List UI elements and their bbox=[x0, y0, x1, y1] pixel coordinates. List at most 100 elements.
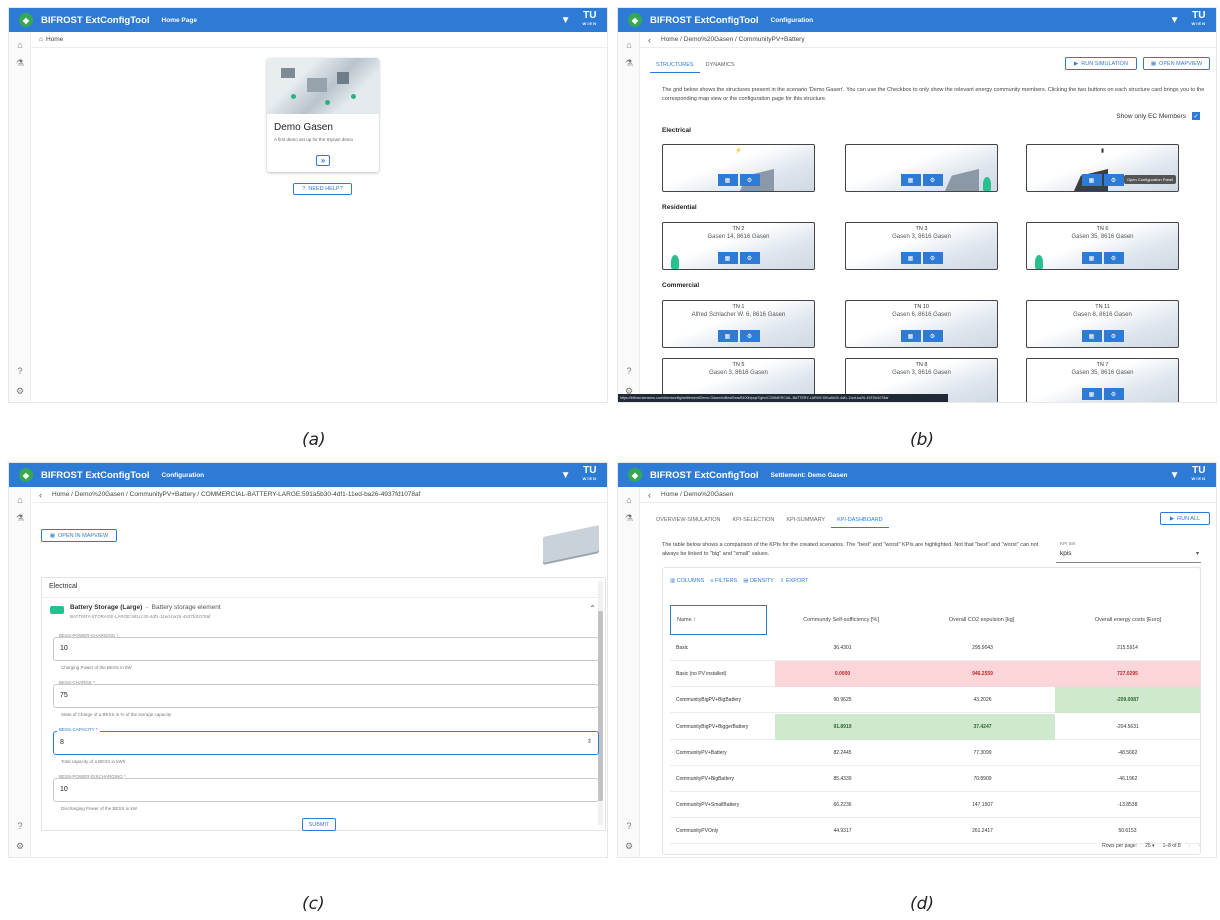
chevron-up-icon[interactable]: ⌃ bbox=[589, 604, 596, 613]
column-header-self-sufficiency[interactable]: Community Self-sufficiency [%] bbox=[776, 605, 906, 635]
breadcrumb-path[interactable]: Home / Demo%20Gasen / CommunityPV+Batter… bbox=[661, 36, 805, 43]
run-all-button[interactable]: ▶ RUN ALL bbox=[1160, 512, 1210, 525]
chevron-left-icon[interactable]: ‹ bbox=[1189, 843, 1191, 849]
tab-bar: STRUCTURES DYNAMICS bbox=[650, 58, 741, 73]
chevron-down-icon[interactable]: ▾ bbox=[1196, 550, 1199, 557]
map-icon[interactable]: ▦ bbox=[717, 330, 738, 342]
wifi-icon[interactable]: ▼ bbox=[561, 470, 571, 481]
bess-power-discharging-input[interactable]: 10 bbox=[53, 778, 599, 802]
map-icon[interactable]: ▦ bbox=[1081, 388, 1102, 400]
gear-icon[interactable]: ⚙ bbox=[1103, 388, 1124, 400]
rows-per-page-select[interactable]: 25 ▾ bbox=[1145, 843, 1154, 849]
tab-dynamics[interactable]: DYNAMICS bbox=[700, 58, 741, 73]
back-icon[interactable]: ‹ bbox=[648, 35, 651, 45]
gear-icon[interactable]: ⚙ bbox=[922, 174, 943, 186]
flask-icon[interactable]: ⚗ bbox=[9, 58, 31, 69]
column-header-co2[interactable]: Overall CO2 expulsion [kg] bbox=[910, 605, 1053, 635]
table-cell: 946.2559 bbox=[910, 661, 1055, 688]
breadcrumb-path[interactable]: Home / Demo%20Gasen / CommunityPV+Batter… bbox=[52, 491, 420, 498]
map-icon[interactable]: ▦ bbox=[900, 174, 921, 186]
table-cell: -48.5662 bbox=[1117, 749, 1138, 756]
table-row[interactable]: CommunityPV+SmallBattery 66.2236 147.1507 -… bbox=[670, 792, 1200, 819]
tab-structures[interactable]: STRUCTURES bbox=[650, 58, 700, 73]
tab-bar: OVERVIEW-SIMULATION KPI-SELECTION KPI-SU… bbox=[650, 513, 889, 528]
map-icon[interactable]: ▦ bbox=[1081, 174, 1102, 186]
tab-kpi-summary[interactable]: KPI-SUMMARY bbox=[780, 513, 831, 528]
map-icon[interactable]: ▦ bbox=[1081, 330, 1102, 342]
home-icon[interactable]: ⌂ bbox=[618, 495, 640, 505]
map-icon[interactable]: ▦ bbox=[1081, 252, 1102, 264]
column-header-costs[interactable]: Overall energy costs [Euro] bbox=[1058, 605, 1198, 635]
gear-icon[interactable]: ⚙ bbox=[1103, 252, 1124, 264]
home-icon[interactable]: ⌂ bbox=[9, 495, 31, 505]
table-row[interactable]: CommunityBigPV+BiggerBattery 91.8919 37.42… bbox=[670, 713, 1200, 740]
table-row[interactable]: CommunityBigPV+BigBattery 90.9625 43.2026 -… bbox=[670, 687, 1200, 714]
tooltip: Open Configuration Panel bbox=[1123, 175, 1176, 184]
table-cell: CommunityPV+SmallBattery bbox=[676, 802, 740, 809]
wifi-icon[interactable]: ▼ bbox=[1170, 15, 1180, 26]
table-row[interactable]: CommunityPVOnly 44.9317 261.2417 50.6153 bbox=[670, 818, 1200, 845]
map-icon[interactable]: ▦ bbox=[900, 330, 921, 342]
bess-charge-input[interactable]: 75 bbox=[53, 684, 599, 708]
gear-icon[interactable]: ⚙ bbox=[739, 174, 760, 186]
flask-icon[interactable]: ⚗ bbox=[618, 513, 640, 524]
table-cell: 43.2026 bbox=[973, 697, 992, 704]
gear-icon[interactable]: ⚙ bbox=[739, 330, 760, 342]
home-icon[interactable]: ⌂ bbox=[39, 36, 43, 43]
help-icon[interactable]: ? bbox=[618, 366, 640, 376]
gear-icon[interactable]: ⚙ bbox=[9, 386, 31, 397]
breadcrumb-home[interactable]: Home bbox=[46, 36, 63, 43]
table-row[interactable]: Basic (no PV installed) 0.0000 946.2559 727… bbox=[670, 661, 1200, 688]
tu-logo: TU WIEN bbox=[582, 10, 597, 27]
open-scenario-button[interactable]: » bbox=[316, 155, 330, 166]
gear-icon[interactable]: ⚙ bbox=[739, 252, 760, 264]
stepper-icon[interactable]: ⇕ bbox=[587, 738, 592, 745]
battery-image bbox=[543, 525, 599, 563]
tab-kpi-dashboard[interactable]: KPI-DASHBOARD bbox=[831, 513, 889, 528]
structure-card: TN 3 Gasen 3, 8616 Gasen ▦ ⚙ bbox=[845, 222, 998, 270]
help-icon[interactable]: ? bbox=[9, 366, 31, 376]
need-help-button[interactable]: ? NEED HELP? bbox=[293, 183, 352, 195]
gear-icon[interactable]: ⚙ bbox=[618, 841, 640, 852]
kpi-set-select[interactable]: KPI Set kpis ▾ bbox=[1056, 541, 1201, 563]
table-cell: 70.8909 bbox=[973, 776, 992, 782]
run-simulation-button[interactable]: ▶ RUN SIMULATION bbox=[1065, 57, 1137, 70]
chevron-right-icon[interactable]: › bbox=[1198, 843, 1200, 849]
card-description: A first demo set up for the Styrian demo bbox=[274, 137, 354, 142]
gear-icon[interactable]: ⚙ bbox=[9, 841, 31, 852]
breadcrumb-path[interactable]: Home / Demo%20Gasen bbox=[661, 491, 733, 498]
open-mapview-button[interactable]: ▦ OPEN MAPVIEW bbox=[1143, 57, 1210, 70]
home-icon[interactable]: ⌂ bbox=[618, 40, 640, 50]
page-title: Configuration bbox=[770, 16, 814, 24]
gear-icon[interactable]: ⚙ bbox=[1103, 174, 1124, 186]
table-row[interactable]: CommunityPV+BigBattery 85.4339 70.8909 -46.… bbox=[670, 766, 1200, 792]
flask-icon[interactable]: ⚗ bbox=[618, 58, 640, 69]
ec-members-toggle[interactable]: Show only EC Members ✓ bbox=[1116, 112, 1200, 120]
caption-b: (b) bbox=[910, 430, 935, 450]
submit-button[interactable]: SUBMIT bbox=[302, 818, 336, 831]
element-header[interactable]: Battery Storage (Large) - Battery storag… bbox=[42, 597, 598, 627]
map-icon[interactable]: ▦ bbox=[717, 252, 738, 264]
home-icon[interactable]: ⌂ bbox=[9, 40, 31, 50]
flask-icon[interactable]: ⚗ bbox=[9, 513, 31, 524]
wifi-icon[interactable]: ▼ bbox=[561, 15, 571, 26]
wifi-icon[interactable]: ▼ bbox=[1170, 470, 1180, 481]
table-row[interactable]: Basic 36.4301 295.9043 215.5914 bbox=[670, 635, 1200, 661]
map-icon[interactable]: ▦ bbox=[717, 174, 738, 186]
help-icon[interactable]: ? bbox=[618, 821, 640, 831]
tab-kpi-selection[interactable]: KPI-SELECTION bbox=[726, 513, 780, 528]
gear-icon[interactable]: ⚙ bbox=[922, 330, 943, 342]
help-icon[interactable]: ? bbox=[9, 821, 31, 831]
back-icon[interactable]: ‹ bbox=[39, 490, 42, 500]
tab-overview-simulation[interactable]: OVERVIEW-SIMULATION bbox=[650, 513, 726, 528]
column-header-name[interactable]: Name ↑ bbox=[670, 605, 767, 635]
map-icon[interactable]: ▦ bbox=[900, 252, 921, 264]
gear-icon[interactable]: ⚙ bbox=[922, 252, 943, 264]
gear-icon[interactable]: ⚙ bbox=[1103, 330, 1124, 342]
back-icon[interactable]: ‹ bbox=[648, 490, 651, 500]
open-in-mapview-button[interactable]: ▦ OPEN IN MAPVIEW bbox=[41, 529, 117, 542]
panel-kpi-dashboard: ◆ BIFROST ExtConfigTool Settlement: Demo… bbox=[617, 462, 1217, 858]
table-row[interactable]: CommunityPV+Battery 82.2445 77.3099 -48.566… bbox=[670, 740, 1200, 766]
bess-capacity-input[interactable]: 8 ⇕ bbox=[53, 731, 599, 755]
bess-power-charging-input[interactable]: 10 bbox=[53, 637, 599, 661]
